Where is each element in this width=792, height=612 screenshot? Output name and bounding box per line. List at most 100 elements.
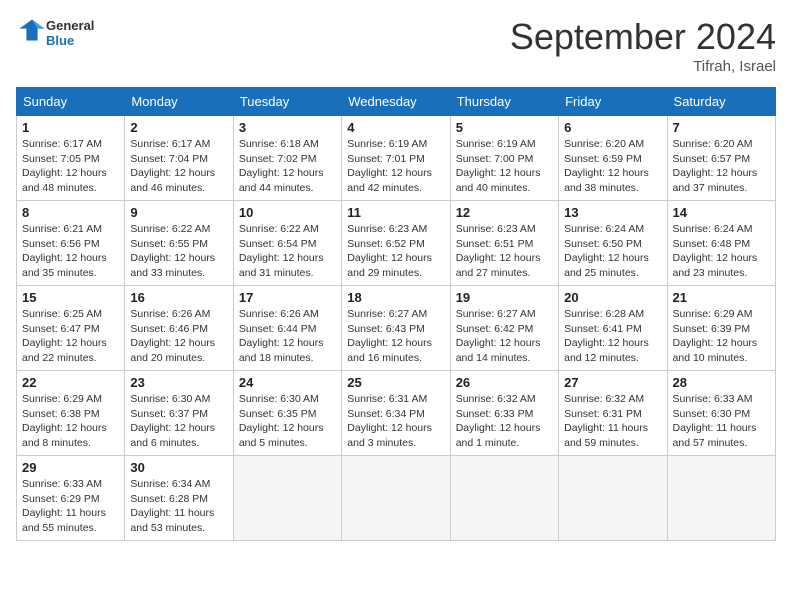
day-number: 16: [130, 290, 227, 305]
empty-cell: [450, 456, 558, 541]
day-info: Sunrise: 6:22 AM Sunset: 6:54 PM Dayligh…: [239, 222, 336, 281]
day-cell: 6 Sunrise: 6:20 AM Sunset: 6:59 PM Dayli…: [559, 116, 667, 201]
day-info: Sunrise: 6:21 AM Sunset: 6:56 PM Dayligh…: [22, 222, 119, 281]
empty-cell: [233, 456, 341, 541]
day-cell: 7 Sunrise: 6:20 AM Sunset: 6:57 PM Dayli…: [667, 116, 775, 201]
day-info: Sunrise: 6:32 AM Sunset: 6:33 PM Dayligh…: [456, 392, 553, 451]
day-number: 6: [564, 120, 661, 135]
day-info: Sunrise: 6:32 AM Sunset: 6:31 PM Dayligh…: [564, 392, 661, 451]
day-info: Sunrise: 6:33 AM Sunset: 6:29 PM Dayligh…: [22, 477, 119, 536]
day-number: 5: [456, 120, 553, 135]
calendar-week-row: 15 Sunrise: 6:25 AM Sunset: 6:47 PM Dayl…: [17, 286, 776, 371]
day-cell: 21 Sunrise: 6:29 AM Sunset: 6:39 PM Dayl…: [667, 286, 775, 371]
calendar-table: Sunday Monday Tuesday Wednesday Thursday…: [16, 87, 776, 541]
empty-cell: [667, 456, 775, 541]
day-cell: 10 Sunrise: 6:22 AM Sunset: 6:54 PM Dayl…: [233, 201, 341, 286]
day-number: 7: [673, 120, 770, 135]
calendar-week-row: 22 Sunrise: 6:29 AM Sunset: 6:38 PM Dayl…: [17, 371, 776, 456]
day-number: 10: [239, 205, 336, 220]
calendar-week-row: 8 Sunrise: 6:21 AM Sunset: 6:56 PM Dayli…: [17, 201, 776, 286]
day-number: 21: [673, 290, 770, 305]
day-info: Sunrise: 6:33 AM Sunset: 6:30 PM Dayligh…: [673, 392, 770, 451]
day-number: 25: [347, 375, 444, 390]
col-wednesday: Wednesday: [342, 88, 450, 116]
day-cell: 2 Sunrise: 6:17 AM Sunset: 7:04 PM Dayli…: [125, 116, 233, 201]
day-cell: 18 Sunrise: 6:27 AM Sunset: 6:43 PM Dayl…: [342, 286, 450, 371]
day-info: Sunrise: 6:17 AM Sunset: 7:04 PM Dayligh…: [130, 137, 227, 196]
day-cell: 16 Sunrise: 6:26 AM Sunset: 6:46 PM Dayl…: [125, 286, 233, 371]
day-number: 20: [564, 290, 661, 305]
col-saturday: Saturday: [667, 88, 775, 116]
day-number: 26: [456, 375, 553, 390]
day-info: Sunrise: 6:20 AM Sunset: 6:59 PM Dayligh…: [564, 137, 661, 196]
day-number: 19: [456, 290, 553, 305]
day-info: Sunrise: 6:28 AM Sunset: 6:41 PM Dayligh…: [564, 307, 661, 366]
day-number: 13: [564, 205, 661, 220]
day-info: Sunrise: 6:23 AM Sunset: 6:52 PM Dayligh…: [347, 222, 444, 281]
logo-text-general: General: [46, 18, 94, 33]
day-number: 27: [564, 375, 661, 390]
day-info: Sunrise: 6:26 AM Sunset: 6:46 PM Dayligh…: [130, 307, 227, 366]
logo-text-blue: Blue: [46, 33, 94, 48]
day-info: Sunrise: 6:26 AM Sunset: 6:44 PM Dayligh…: [239, 307, 336, 366]
day-cell: 20 Sunrise: 6:28 AM Sunset: 6:41 PM Dayl…: [559, 286, 667, 371]
empty-cell: [559, 456, 667, 541]
day-cell: 17 Sunrise: 6:26 AM Sunset: 6:44 PM Dayl…: [233, 286, 341, 371]
day-cell: 19 Sunrise: 6:27 AM Sunset: 6:42 PM Dayl…: [450, 286, 558, 371]
calendar-week-row: 1 Sunrise: 6:17 AM Sunset: 7:05 PM Dayli…: [17, 116, 776, 201]
day-cell: 29 Sunrise: 6:33 AM Sunset: 6:29 PM Dayl…: [17, 456, 125, 541]
col-tuesday: Tuesday: [233, 88, 341, 116]
empty-cell: [342, 456, 450, 541]
day-number: 9: [130, 205, 227, 220]
day-number: 29: [22, 460, 119, 475]
day-number: 22: [22, 375, 119, 390]
day-info: Sunrise: 6:18 AM Sunset: 7:02 PM Dayligh…: [239, 137, 336, 196]
page-header: General Blue September 2024 Tifrah, Isra…: [16, 16, 776, 75]
col-monday: Monday: [125, 88, 233, 116]
day-info: Sunrise: 6:24 AM Sunset: 6:48 PM Dayligh…: [673, 222, 770, 281]
day-number: 1: [22, 120, 119, 135]
day-cell: 23 Sunrise: 6:30 AM Sunset: 6:37 PM Dayl…: [125, 371, 233, 456]
day-cell: 3 Sunrise: 6:18 AM Sunset: 7:02 PM Dayli…: [233, 116, 341, 201]
day-cell: 22 Sunrise: 6:29 AM Sunset: 6:38 PM Dayl…: [17, 371, 125, 456]
location: Tifrah, Israel: [510, 58, 776, 75]
day-number: 17: [239, 290, 336, 305]
day-number: 14: [673, 205, 770, 220]
day-cell: 25 Sunrise: 6:31 AM Sunset: 6:34 PM Dayl…: [342, 371, 450, 456]
day-number: 18: [347, 290, 444, 305]
day-info: Sunrise: 6:27 AM Sunset: 6:43 PM Dayligh…: [347, 307, 444, 366]
col-thursday: Thursday: [450, 88, 558, 116]
day-info: Sunrise: 6:25 AM Sunset: 6:47 PM Dayligh…: [22, 307, 119, 366]
day-cell: 14 Sunrise: 6:24 AM Sunset: 6:48 PM Dayl…: [667, 201, 775, 286]
day-info: Sunrise: 6:19 AM Sunset: 7:00 PM Dayligh…: [456, 137, 553, 196]
day-info: Sunrise: 6:30 AM Sunset: 6:37 PM Dayligh…: [130, 392, 227, 451]
day-cell: 12 Sunrise: 6:23 AM Sunset: 6:51 PM Dayl…: [450, 201, 558, 286]
day-number: 3: [239, 120, 336, 135]
day-info: Sunrise: 6:17 AM Sunset: 7:05 PM Dayligh…: [22, 137, 119, 196]
day-cell: 28 Sunrise: 6:33 AM Sunset: 6:30 PM Dayl…: [667, 371, 775, 456]
day-cell: 8 Sunrise: 6:21 AM Sunset: 6:56 PM Dayli…: [17, 201, 125, 286]
day-number: 30: [130, 460, 227, 475]
day-info: Sunrise: 6:23 AM Sunset: 6:51 PM Dayligh…: [456, 222, 553, 281]
day-info: Sunrise: 6:29 AM Sunset: 6:39 PM Dayligh…: [673, 307, 770, 366]
calendar-header-row: Sunday Monday Tuesday Wednesday Thursday…: [17, 88, 776, 116]
day-number: 15: [22, 290, 119, 305]
logo: General Blue: [16, 16, 94, 49]
day-cell: 13 Sunrise: 6:24 AM Sunset: 6:50 PM Dayl…: [559, 201, 667, 286]
day-info: Sunrise: 6:27 AM Sunset: 6:42 PM Dayligh…: [456, 307, 553, 366]
month-title: September 2024: [510, 16, 776, 58]
day-number: 24: [239, 375, 336, 390]
col-sunday: Sunday: [17, 88, 125, 116]
day-number: 2: [130, 120, 227, 135]
day-info: Sunrise: 6:24 AM Sunset: 6:50 PM Dayligh…: [564, 222, 661, 281]
day-number: 11: [347, 205, 444, 220]
day-cell: 26 Sunrise: 6:32 AM Sunset: 6:33 PM Dayl…: [450, 371, 558, 456]
day-number: 4: [347, 120, 444, 135]
day-info: Sunrise: 6:34 AM Sunset: 6:28 PM Dayligh…: [130, 477, 227, 536]
calendar-week-row: 29 Sunrise: 6:33 AM Sunset: 6:29 PM Dayl…: [17, 456, 776, 541]
day-info: Sunrise: 6:30 AM Sunset: 6:35 PM Dayligh…: [239, 392, 336, 451]
day-cell: 15 Sunrise: 6:25 AM Sunset: 6:47 PM Dayl…: [17, 286, 125, 371]
day-info: Sunrise: 6:31 AM Sunset: 6:34 PM Dayligh…: [347, 392, 444, 451]
day-info: Sunrise: 6:19 AM Sunset: 7:01 PM Dayligh…: [347, 137, 444, 196]
day-cell: 4 Sunrise: 6:19 AM Sunset: 7:01 PM Dayli…: [342, 116, 450, 201]
